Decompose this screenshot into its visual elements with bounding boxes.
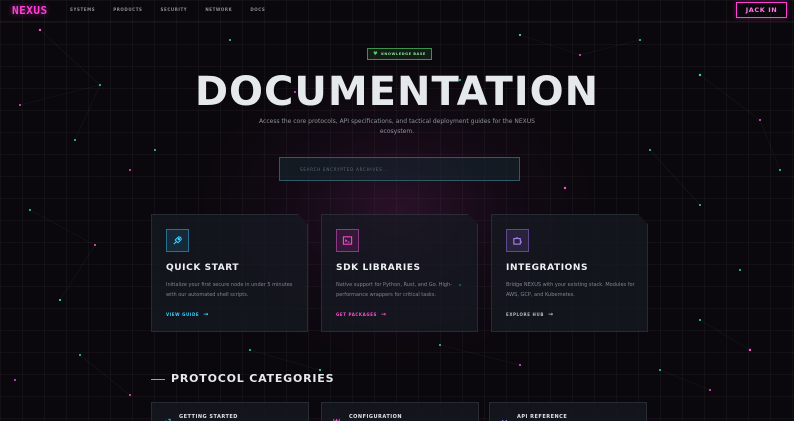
arrow-right-icon: → bbox=[381, 311, 387, 318]
code-icon bbox=[500, 412, 509, 421]
section-accent-line bbox=[151, 379, 165, 380]
nav-link-products[interactable]: PRODUCTS bbox=[113, 7, 142, 12]
nav-link-security[interactable]: SECURITY bbox=[161, 7, 188, 12]
rocket-icon bbox=[166, 229, 189, 252]
particle-network bbox=[14, 28, 781, 396]
category-api-reference[interactable]: API REFERENCE bbox=[489, 402, 647, 421]
card-link-label: GET PACKAGES bbox=[336, 312, 378, 317]
arrow-right-icon: → bbox=[203, 311, 209, 318]
category-configuration[interactable]: CONFIGURATION bbox=[321, 402, 479, 421]
badge-label: KNOWLEDGE BASE bbox=[381, 52, 426, 56]
card-sdk-libraries[interactable]: SDK LIBRARIES Native support for Python,… bbox=[321, 214, 478, 332]
heart-icon: ♥ bbox=[373, 51, 379, 57]
sliders-icon bbox=[332, 412, 341, 421]
search-input[interactable]: SEARCH ENCRYPTED ARCHIVES... bbox=[279, 157, 520, 181]
nav-link-docs[interactable]: DOCS bbox=[250, 7, 265, 12]
top-nav: NEXUS SYSTEMS PRODUCTS SECURITY NETWORK … bbox=[0, 0, 794, 22]
explore-hub-link[interactable]: EXPLORE HUB → bbox=[506, 311, 554, 318]
search-placeholder: SEARCH ENCRYPTED ARCHIVES... bbox=[300, 166, 389, 172]
get-packages-link[interactable]: GET PACKAGES → bbox=[336, 311, 387, 318]
category-label: GETTING STARTED bbox=[179, 414, 238, 420]
category-label: CONFIGURATION bbox=[349, 414, 403, 420]
nav-link-systems[interactable]: SYSTEMS bbox=[70, 7, 95, 12]
nav-link-network[interactable]: NETWORK bbox=[205, 7, 232, 12]
page-title: DOCUMENTATION bbox=[194, 69, 600, 115]
category-label: API REFERENCE bbox=[517, 414, 568, 420]
view-guide-link[interactable]: VIEW GUIDE → bbox=[166, 311, 209, 318]
puzzle-icon bbox=[506, 229, 529, 252]
card-integrations[interactable]: INTEGRATIONS Bridge NEXUS with your exis… bbox=[491, 214, 648, 332]
card-description: Initialize your first secure node in und… bbox=[166, 282, 293, 298]
card-title: SDK LIBRARIES bbox=[336, 263, 421, 273]
arrow-right-icon: → bbox=[548, 311, 554, 318]
card-link-label: VIEW GUIDE bbox=[166, 312, 200, 317]
card-quick-start[interactable]: QUICK START Initialize your first secure… bbox=[151, 214, 308, 332]
nav-links: SYSTEMS PRODUCTS SECURITY NETWORK DOCS bbox=[70, 7, 265, 12]
card-link-label: EXPLORE HUB bbox=[506, 312, 545, 317]
jack-in-button[interactable]: JACK IN bbox=[736, 2, 787, 18]
card-description: Native support for Python, Rust, and Go.… bbox=[336, 282, 453, 298]
page-subtitle: Access the core protocols, API specifica… bbox=[259, 118, 535, 135]
background-grid bbox=[0, 0, 794, 421]
card-title: INTEGRATIONS bbox=[506, 263, 589, 273]
section-title: PROTOCOL CATEGORIES bbox=[171, 372, 335, 385]
terminal-icon bbox=[336, 229, 359, 252]
category-getting-started[interactable]: GETTING STARTED bbox=[151, 402, 309, 421]
nexus-logo[interactable]: NEXUS bbox=[12, 4, 48, 17]
knowledge-base-badge: ♥ KNOWLEDGE BASE bbox=[367, 48, 432, 60]
entry-icon bbox=[162, 412, 171, 421]
card-title: QUICK START bbox=[166, 263, 240, 273]
card-description: Bridge NEXUS with your existing stack. M… bbox=[506, 282, 635, 298]
